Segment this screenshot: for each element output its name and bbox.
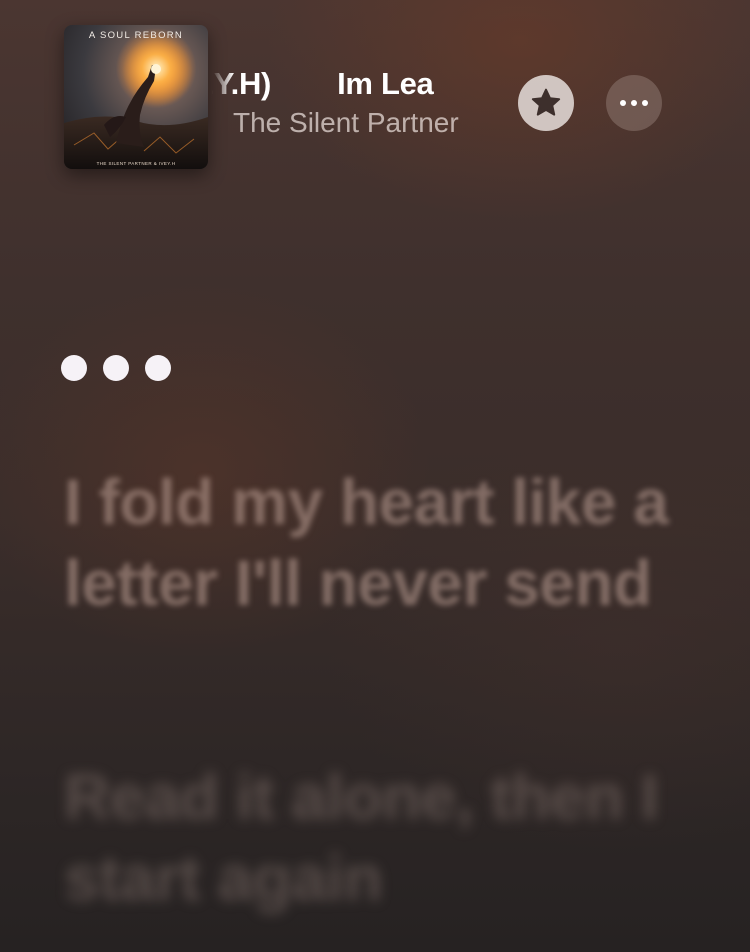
song-title-scroll-text: . IVEY.H)	[212, 66, 272, 101]
song-title-scroll-text-repeat: Im Lea	[337, 66, 434, 101]
lyrics-waiting-indicator	[61, 355, 171, 381]
artist-name[interactable]: The Silent Partner	[233, 107, 459, 139]
song-title-marquee: . IVEY.H) Im Lea	[212, 60, 522, 110]
now-playing-header: A SOUL REBORN THE SILENT PARTNER & IVEY.…	[0, 0, 750, 200]
lyric-line-next[interactable]: I fold my heart like a letter I'll never…	[64, 462, 684, 624]
artwork-illustration	[64, 25, 208, 169]
waiting-dot	[103, 355, 129, 381]
star-icon	[531, 88, 561, 116]
waiting-dot	[145, 355, 171, 381]
more-button[interactable]	[606, 75, 662, 131]
waiting-dot	[61, 355, 87, 381]
artwork-credit: THE SILENT PARTNER & IVEY.H	[96, 161, 176, 166]
artwork-title: A SOUL REBORN	[88, 30, 184, 41]
album-artwork[interactable]: A SOUL REBORN THE SILENT PARTNER & IVEY.…	[64, 25, 208, 169]
lyric-line-later[interactable]: Read it alone, then I start again	[64, 757, 684, 919]
favorite-button[interactable]	[518, 75, 574, 131]
more-icon	[620, 100, 648, 106]
